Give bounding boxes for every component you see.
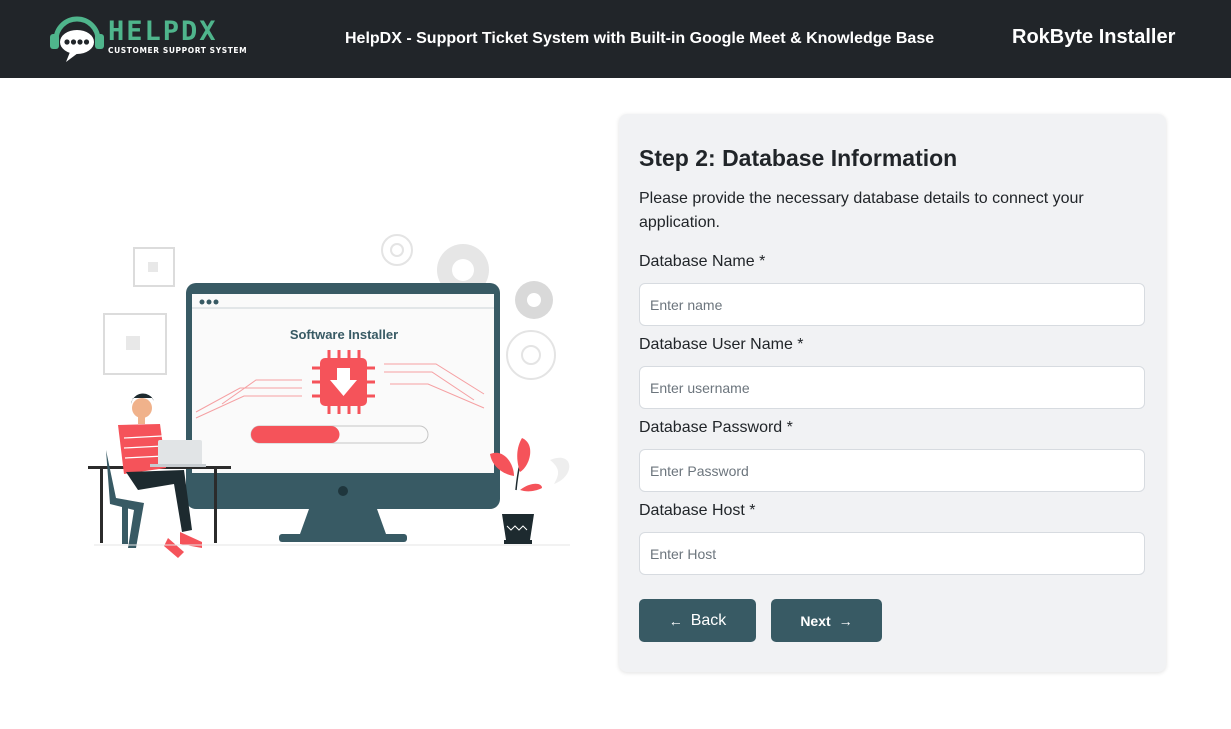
decor-square-small	[133, 247, 175, 287]
headset-chat-icon	[50, 16, 104, 62]
arrow-left-icon: ←	[668, 612, 683, 629]
database-host-label: Database Host *	[639, 502, 756, 519]
step-description: Please provide the necessary database de…	[639, 190, 1084, 231]
decor-square-large	[103, 313, 167, 375]
next-button-label: Next	[800, 612, 831, 629]
database-password-label: Database Password *	[639, 419, 793, 436]
back-button-label: Back	[690, 611, 727, 629]
back-button[interactable]: ← Back	[639, 599, 756, 642]
database-username-label: Database User Name *	[639, 336, 804, 353]
potted-plant	[490, 438, 570, 544]
monitor	[186, 283, 500, 542]
helpdx-logo[interactable]: HELPDX CUSTOMER SUPPORT SYSTEM	[48, 10, 247, 66]
arrow-right-icon: →	[838, 612, 853, 629]
database-password-input[interactable]	[639, 449, 1145, 492]
page-header-title: HelpDX - Support Ticket System with Buil…	[345, 30, 935, 47]
database-name-label: Database Name *	[639, 253, 766, 270]
database-host-input[interactable]	[639, 532, 1145, 575]
database-username-input[interactable]	[639, 366, 1145, 409]
database-name-input[interactable]	[639, 283, 1145, 326]
software-installer-illustration: Software Installer	[88, 234, 570, 558]
top-navbar: HELPDX CUSTOMER SUPPORT SYSTEM HelpDX - …	[0, 0, 1231, 78]
install-progress-bar	[250, 425, 429, 444]
logo-wordmark: HELPDX	[108, 16, 218, 47]
next-button[interactable]: Next →	[771, 599, 882, 642]
chip-download-icon	[312, 350, 375, 414]
step-title: Step 2: Database Information	[639, 145, 958, 171]
database-info-card: Step 2: Database Information Please prov…	[619, 114, 1166, 672]
installer-brand: RokByte Installer	[1012, 26, 1176, 48]
logo-tagline: CUSTOMER SUPPORT SYSTEM	[108, 46, 248, 55]
install-progress-fill	[251, 426, 340, 443]
screen-title: Software Installer	[290, 327, 398, 342]
